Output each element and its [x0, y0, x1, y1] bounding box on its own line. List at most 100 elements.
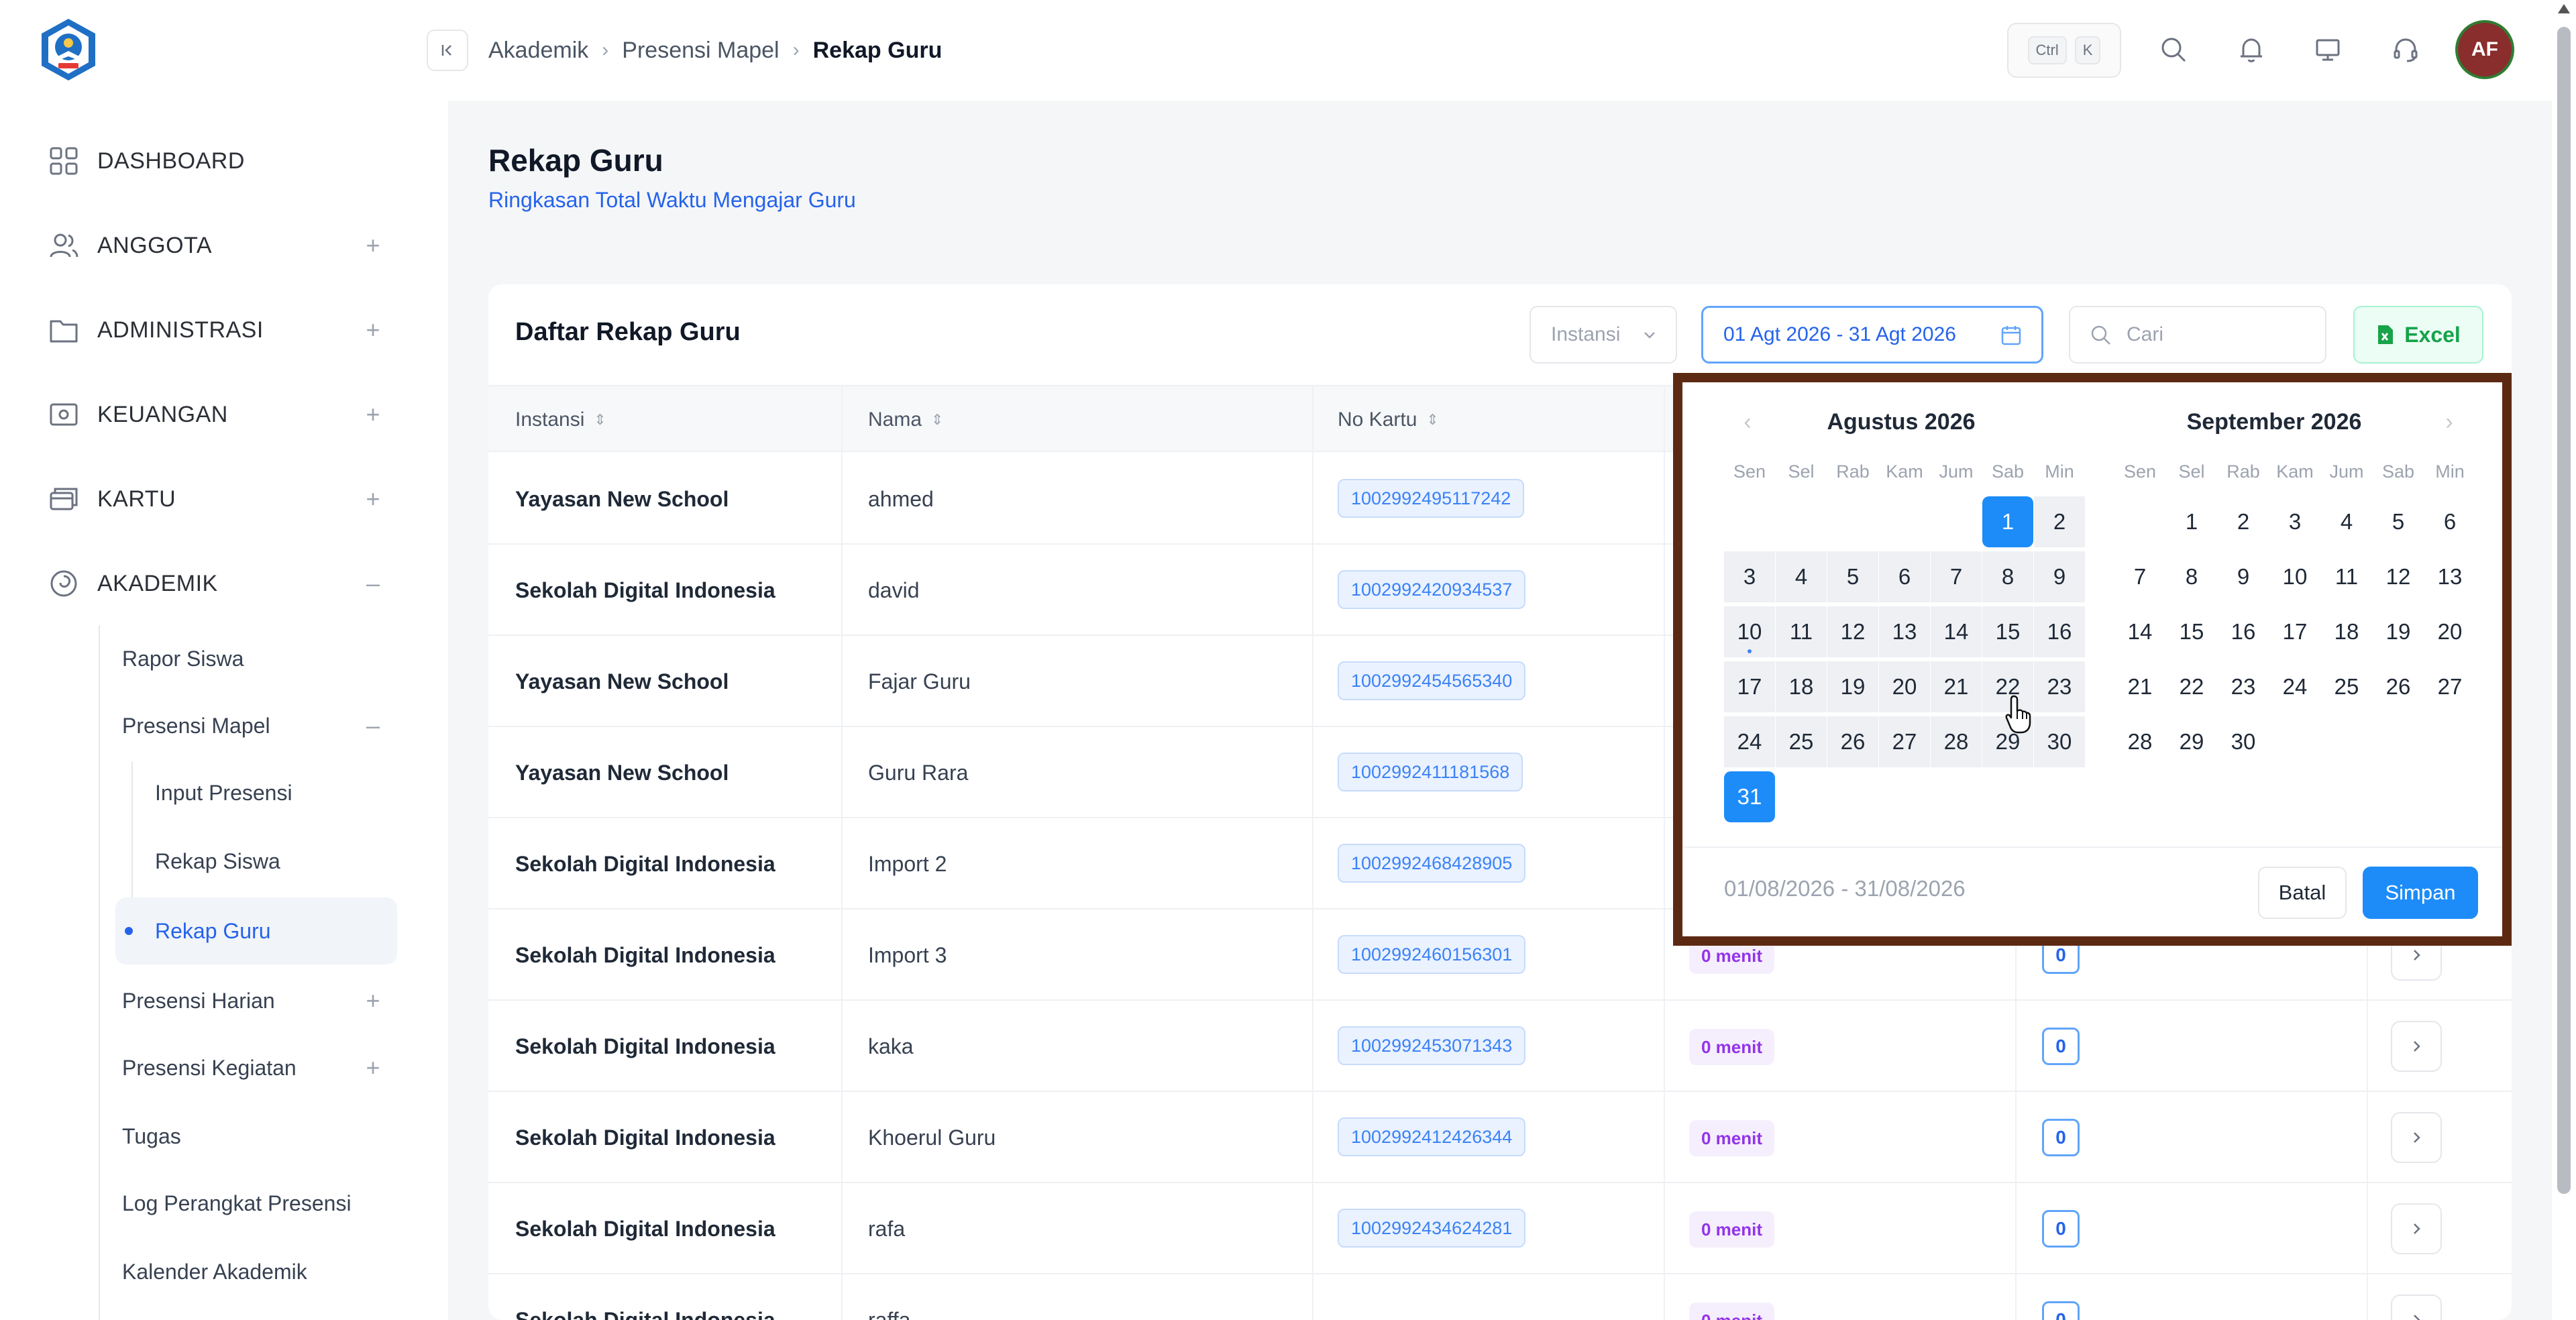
column-header-instansi[interactable]: Instansi ⇕: [515, 386, 606, 453]
bell-icon[interactable]: [2234, 32, 2269, 67]
calendar-day[interactable]: 12: [1827, 606, 1878, 657]
calendar-day[interactable]: 19: [1827, 661, 1878, 712]
calendar-day[interactable]: 3: [1724, 551, 1775, 602]
sidebar-item-input-presensi[interactable]: Input Presensi: [155, 766, 396, 820]
calendar-day[interactable]: 8: [2166, 551, 2217, 602]
calendar-day[interactable]: 5: [2373, 496, 2424, 547]
calendar-day[interactable]: 7: [2114, 551, 2165, 602]
sidebar-item-keuangan[interactable]: KEUANGAN +: [0, 381, 448, 448]
breadcrumb-presensi-mapel[interactable]: Presensi Mapel: [622, 38, 779, 64]
calendar-day[interactable]: 15: [2166, 606, 2217, 657]
school-logo[interactable]: [35, 16, 102, 83]
expand-icon[interactable]: +: [361, 316, 385, 344]
calendar-day[interactable]: 9: [2218, 551, 2269, 602]
expand-icon[interactable]: +: [361, 1054, 385, 1082]
calendar-day[interactable]: 13: [1879, 606, 1930, 657]
calendar-day[interactable]: 27: [1879, 716, 1930, 767]
sidebar-item-rekap-guru[interactable]: Rekap Guru: [115, 897, 397, 965]
scroll-up-arrow-icon[interactable]: [2558, 4, 2570, 13]
sidebar-item-rapor-siswa[interactable]: Rapor Siswa: [122, 632, 404, 685]
collapse-sidebar-button[interactable]: [427, 30, 468, 71]
calendar-day[interactable]: 20: [1879, 661, 1930, 712]
calendar-day[interactable]: 23: [2034, 661, 2085, 712]
calendar-day[interactable]: 29: [2166, 716, 2217, 767]
calendar-day[interactable]: 1: [1982, 496, 2033, 547]
sidebar-item-anggota[interactable]: ANGGOTA +: [0, 212, 448, 279]
monitor-icon[interactable]: [2310, 32, 2345, 67]
calendar-day[interactable]: 6: [2424, 496, 2475, 547]
sidebar-item-tugas[interactable]: Tugas: [122, 1109, 404, 1163]
sidebar-item-presensi-kegiatan[interactable]: Presensi Kegiatan +: [122, 1041, 404, 1095]
prev-month-arrow[interactable]: ‹: [1737, 410, 1758, 433]
cancel-button[interactable]: Batal: [2258, 867, 2347, 919]
calendar-day[interactable]: 15: [1982, 606, 2033, 657]
calendar-day[interactable]: 3: [2269, 496, 2320, 547]
expand-icon[interactable]: +: [361, 231, 385, 260]
save-button[interactable]: Simpan: [2363, 867, 2478, 919]
collapse-icon[interactable]: –: [361, 712, 385, 740]
row-detail-button[interactable]: [2391, 1203, 2442, 1254]
calendar-day[interactable]: 16: [2034, 606, 2085, 657]
sidebar-item-kalender-akademik[interactable]: Kalender Akademik: [122, 1245, 404, 1299]
calendar-day[interactable]: 4: [1776, 551, 1827, 602]
calendar-day[interactable]: 18: [1776, 661, 1827, 712]
row-detail-button[interactable]: [2391, 1295, 2442, 1320]
calendar-day[interactable]: 12: [2373, 551, 2424, 602]
calendar-day[interactable]: 5: [1827, 551, 1878, 602]
calendar-day[interactable]: 2: [2218, 496, 2269, 547]
command-palette-shortcut[interactable]: Ctrl K: [2007, 23, 2121, 78]
calendar-day[interactable]: 27: [2424, 661, 2475, 712]
calendar-day[interactable]: 10: [2269, 551, 2320, 602]
calendar-day[interactable]: 14: [2114, 606, 2165, 657]
calendar-day[interactable]: 11: [1776, 606, 1827, 657]
column-header-no-kartu[interactable]: No Kartu ⇕: [1338, 386, 1439, 453]
table-row[interactable]: Sekolah Digital Indonesia rafa 10029924346…: [488, 1183, 2512, 1274]
calendar-day[interactable]: 25: [2321, 661, 2372, 712]
sidebar-item-administrasi[interactable]: ADMINISTRASI +: [0, 296, 448, 364]
sidebar-item-akademik[interactable]: AKADEMIK –: [0, 550, 448, 617]
collapse-icon[interactable]: –: [361, 569, 385, 598]
expand-icon[interactable]: +: [361, 485, 385, 513]
next-month-arrow[interactable]: ›: [2439, 410, 2459, 433]
calendar-day[interactable]: 25: [1776, 716, 1827, 767]
calendar-day[interactable]: 24: [1724, 716, 1775, 767]
sidebar-item-kartu[interactable]: KARTU +: [0, 465, 448, 533]
calendar-day[interactable]: 21: [1931, 661, 1982, 712]
date-range-input[interactable]: 01 Agt 2026 - 31 Agt 2026: [1701, 306, 2043, 364]
column-header-nama[interactable]: Nama ⇕: [868, 386, 943, 453]
calendar-day[interactable]: 26: [1827, 716, 1878, 767]
calendar-day[interactable]: 11: [2321, 551, 2372, 602]
avatar[interactable]: AF: [2455, 20, 2514, 79]
calendar-day[interactable]: 28: [2114, 716, 2165, 767]
scrollbar-thumb[interactable]: [2557, 27, 2571, 1194]
search-icon[interactable]: [2156, 32, 2191, 67]
calendar-day[interactable]: 20: [2424, 606, 2475, 657]
expand-icon[interactable]: +: [361, 987, 385, 1015]
sidebar-item-presensi-mapel[interactable]: Presensi Mapel –: [122, 699, 404, 753]
export-excel-button[interactable]: Excel: [2353, 306, 2483, 364]
sidebar-item-dashboard[interactable]: DASHBOARD: [0, 127, 448, 195]
calendar-day[interactable]: 19: [2373, 606, 2424, 657]
calendar-day[interactable]: 26: [2373, 661, 2424, 712]
expand-icon[interactable]: +: [361, 400, 385, 429]
calendar-day[interactable]: 24: [2269, 661, 2320, 712]
search-input[interactable]: Cari: [2069, 306, 2326, 364]
calendar-day[interactable]: 10: [1724, 606, 1775, 657]
sidebar-item-presensi-harian[interactable]: Presensi Harian +: [122, 974, 404, 1028]
calendar-day[interactable]: 30: [2218, 716, 2269, 767]
table-row[interactable]: Sekolah Digital Indonesia raffa 0 menit 0: [488, 1274, 2512, 1320]
breadcrumb-akademik[interactable]: Akademik: [488, 38, 588, 64]
calendar-day[interactable]: 17: [1724, 661, 1775, 712]
table-row[interactable]: Sekolah Digital Indonesia Khoerul Guru 100…: [488, 1092, 2512, 1183]
instansi-select[interactable]: Instansi: [1529, 306, 1677, 364]
sidebar-item-rekap-siswa[interactable]: Rekap Siswa: [155, 834, 396, 888]
calendar-day[interactable]: 9: [2034, 551, 2085, 602]
calendar-day[interactable]: 28: [1931, 716, 1982, 767]
calendar-day[interactable]: 30: [2034, 716, 2085, 767]
calendar-day[interactable]: 17: [2269, 606, 2320, 657]
page-scrollbar[interactable]: [2552, 0, 2576, 1320]
sidebar-item-log-perangkat[interactable]: Log Perangkat Presensi: [122, 1176, 417, 1230]
calendar-day[interactable]: 8: [1982, 551, 2033, 602]
row-detail-button[interactable]: [2391, 1021, 2442, 1072]
headset-icon[interactable]: [2388, 32, 2423, 67]
